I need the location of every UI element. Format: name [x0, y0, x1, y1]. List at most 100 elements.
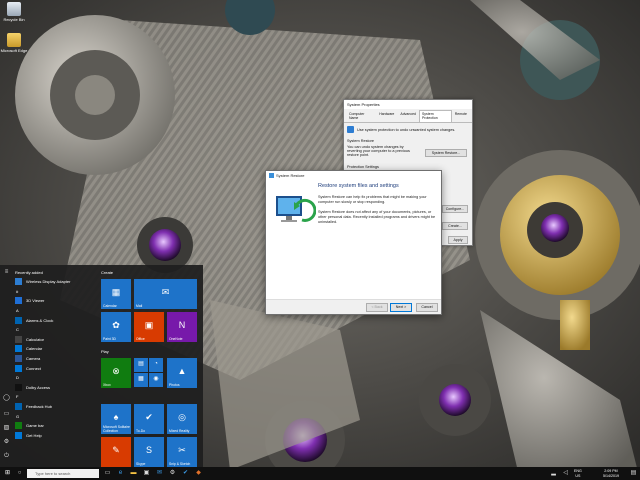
tile-paint-3d[interactable]: ✿ Paint 3D	[101, 312, 131, 342]
app-list-item[interactable]: Get Help	[15, 431, 97, 441]
tab-computer-name[interactable]: Computer Name	[346, 110, 376, 122]
app-list-item[interactable]: Game bar	[15, 421, 97, 431]
app-label: Game bar	[26, 423, 44, 429]
system-restore-button[interactable]: System Restore...	[425, 149, 467, 157]
app-list-letter-header[interactable]: A	[15, 306, 97, 316]
start-rail: ≡ ◯ ▭ ▨ ⚙ ⏻	[0, 265, 14, 467]
tile-label: Paint 3D	[103, 336, 117, 341]
todo-icon[interactable]: ✔	[182, 470, 189, 477]
tile-snip-sketch[interactable]: ✂ Snip & Sketch	[167, 437, 197, 467]
task-view-icon[interactable]: ▭	[104, 470, 111, 477]
documents-icon[interactable]: ▭	[3, 411, 10, 418]
app-list-letter-header[interactable]: C	[15, 325, 97, 335]
configure-button[interactable]: Configure...	[442, 205, 468, 213]
app-list-item[interactable]: Calculator	[15, 335, 97, 345]
app-list-letter-header[interactable]: #	[15, 287, 97, 297]
tile-camera[interactable]: ◉	[149, 373, 163, 387]
tile-todo[interactable]: ✔ To-Do	[134, 404, 164, 434]
tab-remote[interactable]: Remote	[452, 110, 470, 122]
app-label: A	[16, 308, 19, 314]
mail-icon[interactable]: ✉	[156, 470, 163, 477]
cancel-button[interactable]: Cancel	[416, 303, 438, 312]
app-list-item[interactable]: Connect	[15, 363, 97, 373]
tile-mail[interactable]: ✉ Mail	[134, 279, 197, 309]
tile-label: To-Do	[136, 428, 146, 433]
tile-sketch[interactable]: ✎	[101, 437, 131, 467]
app-list-item[interactable]: Camera	[15, 354, 97, 364]
system-restore-titlebar[interactable]: System Restore	[266, 171, 441, 180]
tile-mixed-reality[interactable]: ◎ Mixed Reality	[167, 404, 197, 434]
hamburger-icon[interactable]: ≡	[3, 269, 10, 276]
apply-button[interactable]: Apply	[448, 236, 468, 244]
windows-start-icon[interactable]: ⊞	[4, 470, 11, 477]
app-list-item[interactable]: Calendar	[15, 344, 97, 354]
xbox-icon: ⊗	[112, 366, 120, 377]
action-center-icon[interactable]: ▤	[630, 470, 637, 477]
check-icon: ✔	[145, 412, 153, 423]
cortana-icon[interactable]: ○	[16, 470, 23, 477]
tile-solitaire[interactable]: ♠ Microsoft Solitaire Collection	[101, 404, 131, 434]
system-restore-window: System Restore Restore system files and …	[265, 170, 442, 315]
volume-icon[interactable]: ◁	[562, 470, 569, 477]
app-list-item[interactable]: 3D Viewer	[15, 296, 97, 306]
app-list-item[interactable]: Dolby Access	[15, 383, 97, 393]
tile-label: Microsoft Solitaire Collection	[103, 424, 130, 433]
groove-icon: ◔	[154, 361, 158, 368]
desktop-recycle-bin[interactable]: Recycle Bin	[0, 2, 28, 22]
start-menu: ≡ ◯ ▭ ▨ ⚙ ⏻ Recently added Wireless Disp…	[0, 265, 203, 467]
desktop-icon-label: Recycle Bin	[3, 17, 25, 22]
tile-skype[interactable]: S Skype	[134, 437, 164, 467]
tile-movies[interactable]: ▤	[134, 358, 148, 372]
next-button[interactable]: Next >	[390, 303, 412, 312]
app-label: 3D Viewer	[26, 298, 45, 304]
settings-gear-icon[interactable]: ⚙	[3, 439, 10, 446]
restore-paragraph-1: System Restore can help fix problems tha…	[318, 195, 427, 204]
tile-groove[interactable]: ◔	[149, 358, 163, 372]
system-restore-group-label: System Restore	[347, 139, 375, 143]
tile-office[interactable]: ▣ Office	[134, 312, 164, 342]
store-icon[interactable]: ▣	[143, 470, 150, 477]
app-icon	[15, 335, 22, 343]
network-icon[interactable]: ▂	[550, 470, 557, 477]
app-list-item[interactable]: Alarms & Clock	[15, 315, 97, 325]
settings-icon[interactable]: ⚙	[169, 470, 176, 477]
app-list-item[interactable]: Feedback Hub	[15, 402, 97, 412]
tab-advanced[interactable]: Advanced	[397, 110, 419, 122]
pictures-icon[interactable]: ▨	[3, 425, 10, 432]
play-group-label: Play	[101, 349, 109, 354]
app-list-letter-header[interactable]: G	[15, 411, 97, 421]
tile-calculator[interactable]: ▦	[134, 373, 148, 387]
app-label: Camera	[26, 356, 41, 362]
app-icon[interactable]: ◆	[195, 470, 202, 477]
user-icon[interactable]: ◯	[3, 395, 10, 402]
restore-illustration	[266, 180, 317, 292]
language-indicator[interactable]: ENG US	[574, 469, 582, 478]
onenote-icon: N	[178, 320, 186, 331]
app-list-letter-header[interactable]: F	[15, 392, 97, 402]
tile-onenote[interactable]: N OneNote	[167, 312, 197, 342]
app-list-item[interactable]: Wireless Display Adapter	[15, 277, 97, 287]
tab-system-protection[interactable]: System Protection	[418, 110, 452, 122]
power-icon[interactable]: ⏻	[3, 453, 10, 460]
app-label: Wireless Display Adapter	[26, 279, 71, 285]
app-label: C	[16, 327, 19, 333]
tab-hardware[interactable]: Hardware	[376, 110, 397, 122]
desktop-icon-label: Microsoft Edge	[0, 48, 28, 53]
app-list-letter-header[interactable]: D	[15, 373, 97, 383]
app-label: Feedback Hub	[26, 404, 53, 410]
desktop-shortcut[interactable]: Microsoft Edge	[0, 33, 28, 53]
tile-label: Skype	[136, 461, 146, 466]
clock[interactable]: 2:09 PM 5/14/2019	[594, 469, 628, 478]
create-button[interactable]: Create...	[442, 222, 468, 230]
tile-calendar[interactable]: ▦ Calendar	[101, 279, 131, 309]
file-explorer-icon[interactable]: ▬	[130, 470, 137, 477]
edge-icon[interactable]: e	[117, 470, 124, 477]
back-button[interactable]: < Back	[366, 303, 388, 312]
tile-photos[interactable]: ▲ Photos	[167, 358, 197, 388]
system-properties-titlebar[interactable]: System Properties	[344, 100, 472, 109]
search-input[interactable]: Type here to search	[27, 469, 99, 478]
app-icon	[15, 403, 22, 411]
taskbar: ⊞ ○ Type here to search ▭ e ▬ ▣ ✉ ⚙ ✔ ◆ …	[0, 467, 640, 480]
recycle-bin-icon	[7, 2, 21, 16]
tile-xbox[interactable]: ⊗ Xbox	[101, 358, 131, 388]
